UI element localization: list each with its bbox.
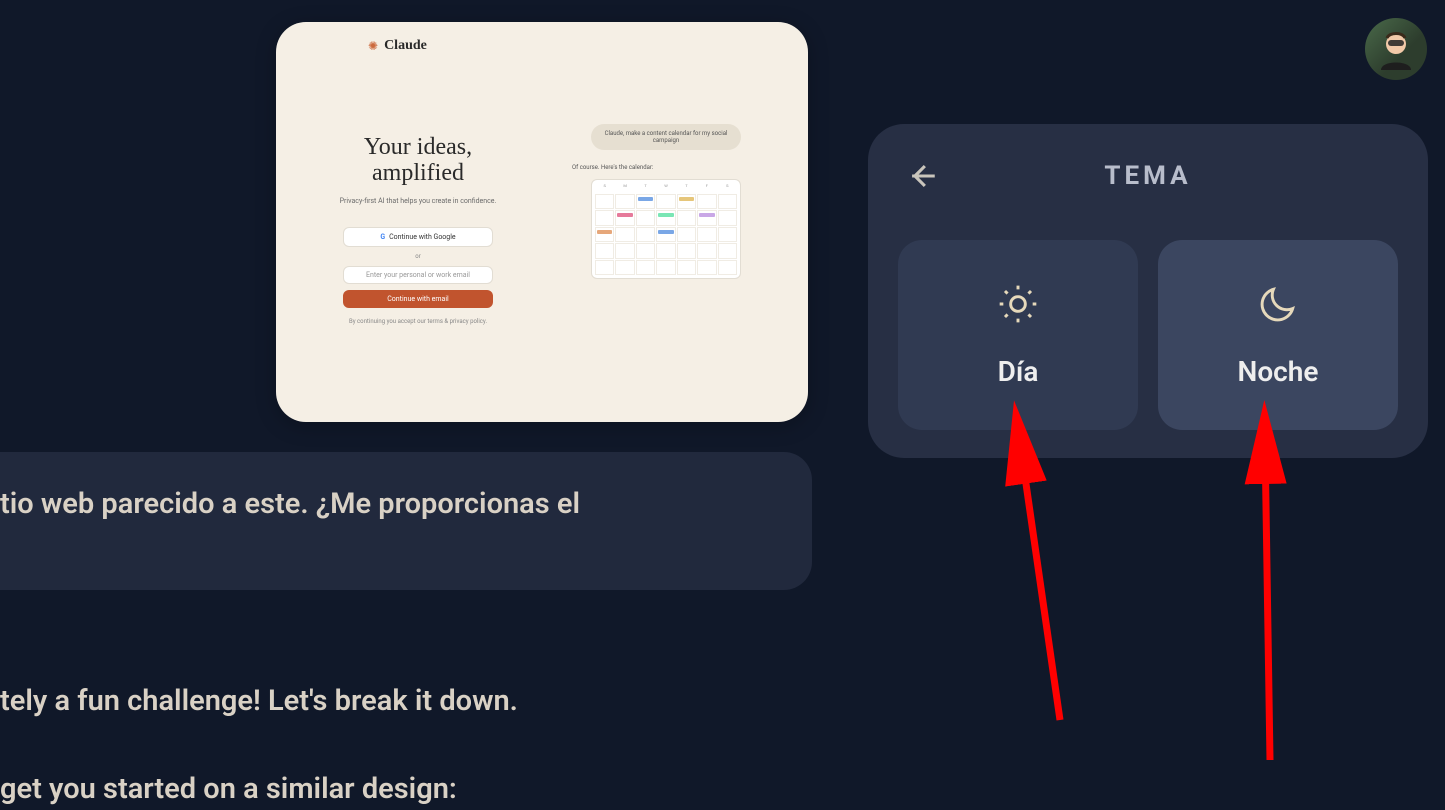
google-g-icon: G <box>380 233 385 241</box>
annotation-arrow-night <box>1240 430 1300 770</box>
preview-email-input: Enter your personal or work email <box>343 266 493 284</box>
preview-heading-line2: amplified <box>372 160 464 186</box>
preview-logo: ✺ Claude <box>368 38 790 54</box>
theme-options-row: Día Noche <box>898 240 1398 430</box>
sun-icon <box>996 282 1040 333</box>
preview-right-column: Claude, make a content calendar for my s… <box>562 94 770 402</box>
preview-subtext: Privacy-first AI that helps you create i… <box>340 197 497 205</box>
theme-option-day[interactable]: Día <box>898 240 1138 430</box>
preview-prompt-bubble: Claude, make a content calendar for my s… <box>591 124 741 150</box>
theme-header: TEMA <box>898 152 1398 200</box>
avatar-image <box>1373 26 1419 72</box>
theme-option-night[interactable]: Noche <box>1158 240 1398 430</box>
theme-panel: TEMA Día Noche <box>868 124 1428 458</box>
preview-heading: Your ideas, amplified <box>364 134 472 187</box>
preview-cta-button: Continue with email <box>343 290 493 308</box>
preview-fineprint: By continuing you accept our terms & pri… <box>349 318 487 325</box>
preview-left-column: Your ideas, amplified Privacy-first AI t… <box>314 94 522 402</box>
preview-reply-text: Of course. Here's the calendar: <box>572 164 692 171</box>
assistant-line-1: tely a fun challenge! Let's break it dow… <box>0 684 518 718</box>
preview-google-button: G Continue with Google <box>343 227 493 247</box>
brand-name: Claude <box>384 38 427 54</box>
brand-mark-icon: ✺ <box>368 39 378 53</box>
preview-body: Your ideas, amplified Privacy-first AI t… <box>294 94 790 402</box>
avatar[interactable] <box>1365 18 1427 80</box>
attached-screenshot[interactable]: ✺ Claude Your ideas, amplified Privacy-f… <box>276 22 808 422</box>
moon-icon <box>1256 282 1300 333</box>
preview-calendar: SMTWTFS <box>591 179 741 279</box>
theme-option-night-label: Noche <box>1238 355 1319 388</box>
user-message-text: tio web parecido a este. ¿Me proporciona… <box>0 487 580 521</box>
theme-panel-title: TEMA <box>898 161 1398 191</box>
preview-or-divider: or <box>415 253 420 260</box>
annotation-arrow-day <box>1000 430 1080 730</box>
assistant-line-2: get you started on a similar design: <box>0 772 457 806</box>
theme-option-day-label: Día <box>998 355 1039 388</box>
user-message-bubble: tio web parecido a este. ¿Me proporciona… <box>0 452 812 590</box>
preview-heading-line1: Your ideas, <box>364 134 472 160</box>
